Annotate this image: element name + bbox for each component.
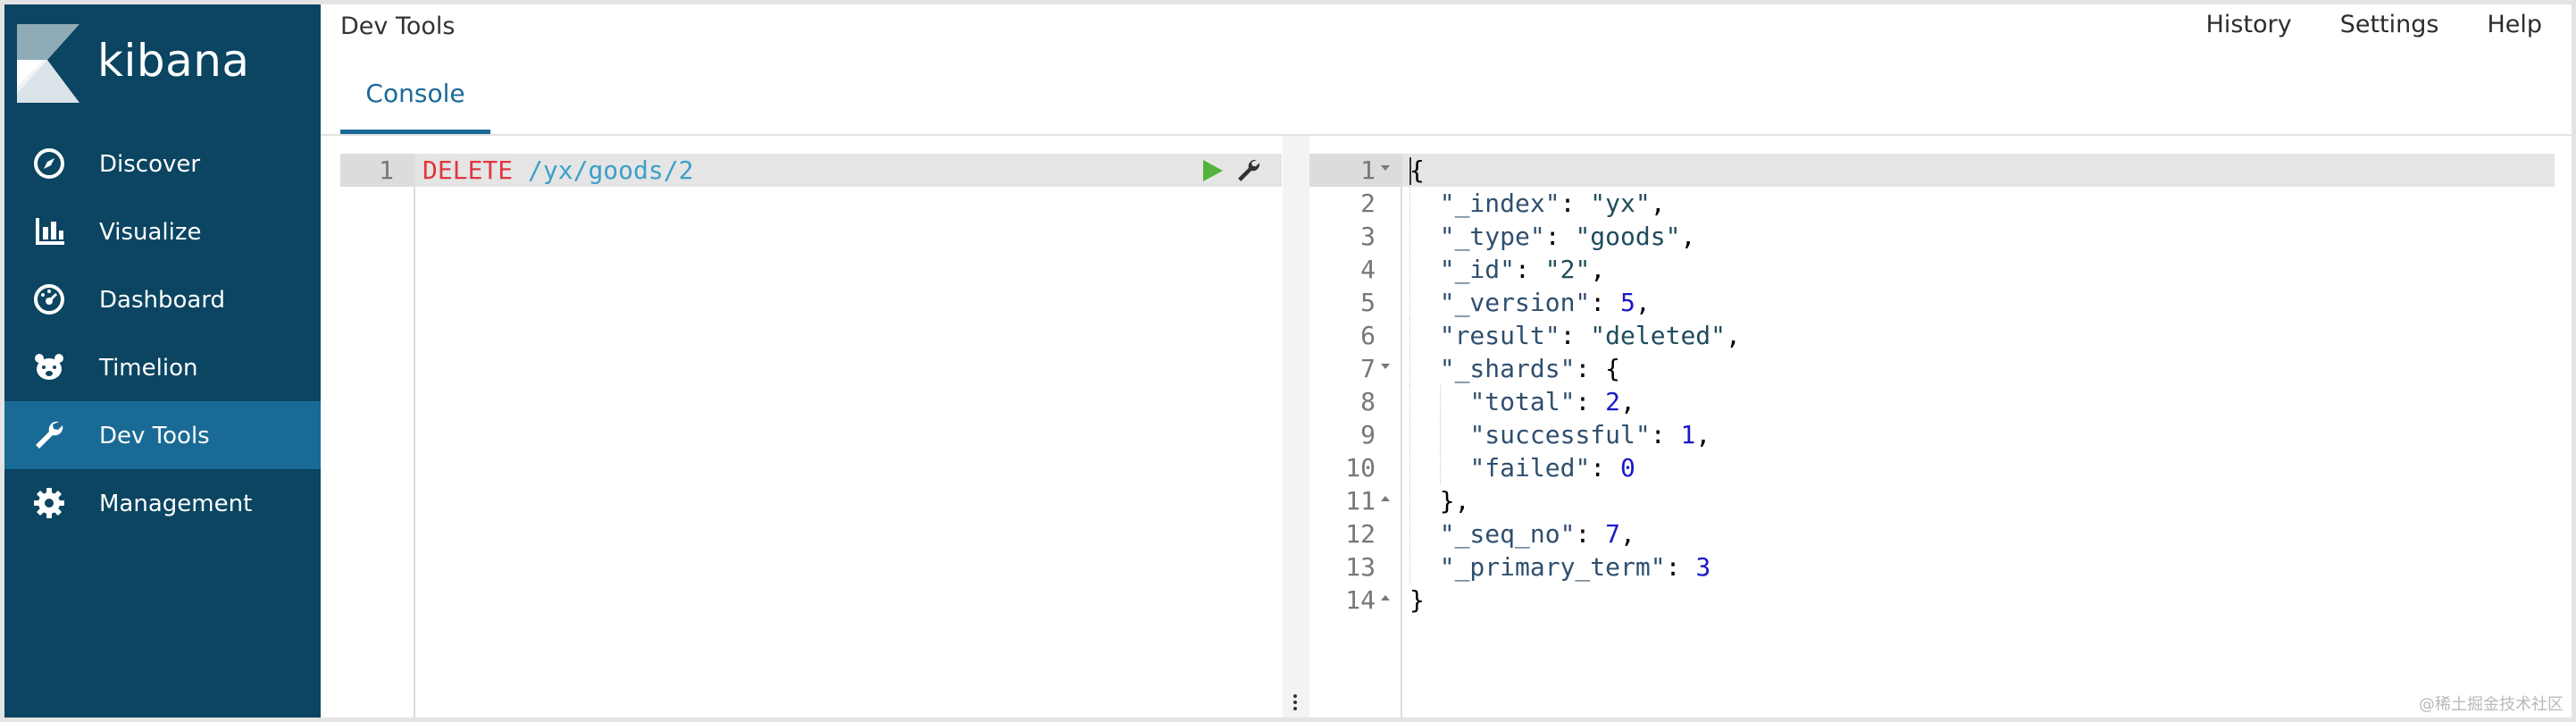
request-editor[interactable]: 1 DELETE /yx/goods/2 [340,154,1282,718]
output-line-text: "_seq_no": 7, [1439,519,1635,549]
sidebar-item-discover[interactable]: Discover [4,130,321,197]
output-line: 13 "_primary_term": 3 [1309,550,2555,583]
sidebar-item-label: Dashboard [99,287,226,314]
sidebar-item-dashboard[interactable]: Dashboard [4,265,321,333]
output-line: 4 "_id": "2", [1309,253,2555,286]
output-line: 5 "_version": 5, [1309,286,2555,319]
wrench-icon [31,417,67,453]
gear-icon [31,485,67,521]
compass-icon [31,146,67,181]
line-number: 13 [1345,552,1376,582]
send-request-button[interactable] [1198,155,1228,186]
line-number: 6 [1360,321,1376,350]
line-number: 4 [1360,255,1376,284]
page-title: Dev Tools [340,13,456,40]
output-line: 10 "failed": 0 [1309,451,2555,484]
output-line-text: "_primary_term": 3 [1439,552,1711,582]
output-line: 6 "result": "deleted", [1309,319,2555,352]
line-number: 11 [1345,486,1376,516]
output-line: 3 "_type": "goods", [1309,220,2555,253]
output-line-text: "_index": "yx", [1439,189,1666,218]
fold-toggle-icon[interactable] [1381,364,1390,369]
sidebar-item-label: Visualize [99,219,202,246]
unfold-toggle-icon[interactable] [1381,595,1390,600]
output-line-text: { [1409,155,1425,185]
output-line-text: "_shards": { [1439,354,1621,383]
sidebar-item-dev-tools[interactable]: Dev Tools [4,401,321,469]
output-line: 11 }, [1309,484,2555,517]
output-line-text: } [1409,585,1425,615]
output-line: 12 "_seq_no": 7, [1309,517,2555,550]
sidebar-item-management[interactable]: Management [4,469,321,537]
settings-link[interactable]: Settings [2340,11,2439,38]
line-number: 9 [1360,420,1376,449]
header-divider [321,134,2572,136]
output-line-text: "failed": 0 [1469,453,1635,483]
line-number: 14 [1345,585,1376,615]
editor-gutter [340,154,415,718]
sidebar-item-label: Timelion [99,355,198,382]
output-line-text: "total": 2, [1469,387,1635,416]
request-line[interactable]: DELETE /yx/goods/2 [422,154,693,187]
line-number: 8 [1360,387,1376,416]
output-line-text: "result": "deleted", [1439,321,1741,350]
top-links: History Settings Help [2158,11,2542,38]
http-method: DELETE [422,155,514,185]
brand-name: kibana [97,35,250,87]
text-cursor [1409,157,1411,185]
output-line: 1{ [1309,154,2555,187]
line-number: 3 [1360,222,1376,251]
output-line-text: "_id": "2", [1439,255,1606,284]
sidebar-item-visualize[interactable]: Visualize [4,197,321,265]
line-number: 10 [1345,453,1376,483]
request-url: /yx/goods/2 [513,155,694,185]
line-number: 12 [1345,519,1376,549]
line-number: 5 [1360,288,1376,317]
watermark: @稀土掘金技术社区 [2419,695,2563,714]
bar-chart-icon [31,214,67,249]
output-line: 8 "total": 2, [1309,385,2555,418]
output-line-text: "successful": 1, [1469,420,1711,449]
line-number: 1 [1360,155,1376,185]
sidebar-item-label: Management [99,491,253,517]
output-line: 14} [1309,583,2555,617]
unfold-toggle-icon[interactable] [1381,496,1390,501]
line-number: 7 [1360,354,1376,383]
kibana-logo-icon[interactable] [17,24,79,103]
dashboard-gauge-icon [31,281,67,317]
fold-toggle-icon[interactable] [1381,165,1390,171]
play-icon [1203,160,1223,181]
output-line-text: "_type": "goods", [1439,222,1696,251]
sidebar: kibana Discover Visualize Dashboard Time… [4,4,321,718]
help-link[interactable]: Help [2487,11,2542,38]
sidebar-item-label: Discover [99,151,201,178]
pane-resize-handle[interactable] [1283,136,1309,718]
output-line: 2 "_index": "yx", [1309,187,2555,220]
output-line: 7 "_shards": { [1309,352,2555,385]
wrench-icon [1238,159,1260,181]
line-number: 1 [379,155,394,185]
drag-handle-icon [1292,692,1298,713]
sidebar-item-timelion[interactable]: Timelion [4,333,321,401]
history-link[interactable]: History [2206,11,2292,38]
line-number: 2 [1360,189,1376,218]
sidebar-item-label: Dev Tools [99,423,210,449]
response-output[interactable]: 1{2 "_index": "yx", 3 "_type": "goods", 4 … [1309,154,2555,718]
output-line-text: }, [1409,486,1470,516]
request-options-button[interactable] [1234,155,1264,186]
output-line-text: "_version": 5, [1439,288,1651,317]
output-line: 9 "successful": 1, [1309,418,2555,451]
sidebar-nav: Discover Visualize Dashboard Timelion De… [4,130,321,537]
timelion-bear-icon [31,349,67,385]
tab-console[interactable]: Console [340,66,490,134]
